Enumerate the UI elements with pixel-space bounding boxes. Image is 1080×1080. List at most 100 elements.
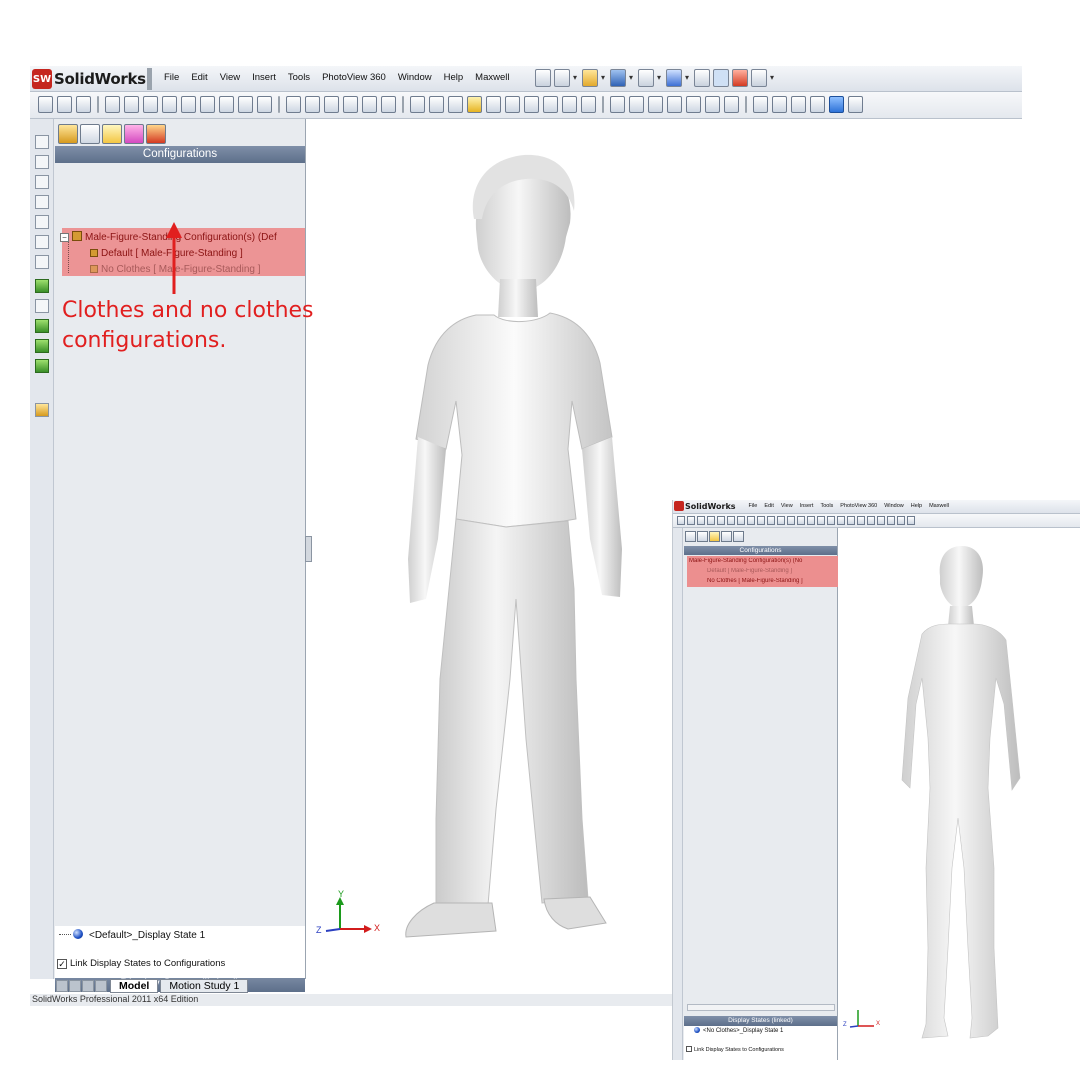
move-entities-icon[interactable] <box>448 96 463 113</box>
table-icon[interactable] <box>907 516 915 525</box>
save-icon[interactable] <box>610 69 626 87</box>
points-icon[interactable] <box>581 96 596 113</box>
configuration-manager-tab-icon[interactable] <box>709 531 720 542</box>
polygon-icon[interactable] <box>181 96 196 113</box>
mirror-icon[interactable] <box>847 516 855 525</box>
table-icon[interactable] <box>543 96 558 113</box>
offset-icon[interactable] <box>257 96 272 113</box>
view-left-icon[interactable] <box>35 175 49 189</box>
circular-pattern-icon[interactable] <box>897 516 905 525</box>
solidworks-logo[interactable]: SW SolidWorks <box>32 69 146 89</box>
menu-file[interactable]: File <box>745 503 761 509</box>
component-icon[interactable] <box>35 339 49 353</box>
spline-icon[interactable] <box>787 516 795 525</box>
eraser-icon[interactable] <box>697 516 705 525</box>
configuration-default[interactable]: Default [ Male-Figure-Standing ] <box>90 248 304 259</box>
pattern-icon[interactable] <box>877 516 885 525</box>
move-entities-icon[interactable] <box>857 516 865 525</box>
menu-view[interactable]: View <box>777 503 796 509</box>
zoom-icon[interactable] <box>667 96 682 113</box>
wireframe-icon[interactable] <box>753 96 768 113</box>
menu-tools[interactable]: Tools <box>282 72 316 83</box>
view-top-icon[interactable] <box>35 215 49 229</box>
tab-motion-study[interactable]: Motion Study 1 <box>160 979 249 993</box>
inset-configuration-default[interactable]: Default [ Male-Figure-Standing ] <box>707 568 837 574</box>
view-right-icon[interactable] <box>35 195 49 209</box>
smart-dimension-icon[interactable] <box>57 96 72 113</box>
polygon-icon[interactable] <box>747 516 755 525</box>
rectangle-icon[interactable] <box>124 96 139 113</box>
inset-logo[interactable]: SolidWorks <box>674 501 736 511</box>
feature-tree-tab-icon[interactable] <box>58 124 78 144</box>
pan-icon[interactable] <box>724 96 739 113</box>
display-state-item[interactable]: <Default>_Display State 1 <box>59 929 205 941</box>
pin-icon[interactable] <box>535 69 551 87</box>
menu-help[interactable]: Help <box>907 503 925 509</box>
property-manager-tab-icon[interactable] <box>697 531 708 542</box>
menu-tools[interactable]: Tools <box>817 503 837 509</box>
inset-display-state-item[interactable]: <No Clothes>_Display State 1 <box>694 1027 783 1034</box>
inset-graphics-viewport[interactable]: X Z <box>838 528 1080 1060</box>
menu-help[interactable]: Help <box>438 72 470 83</box>
circle-icon[interactable] <box>143 96 158 113</box>
chevron-down-icon[interactable]: ▾ <box>601 69 607 87</box>
tab-model[interactable]: Model <box>110 979 159 993</box>
shaded-edges-icon[interactable] <box>810 96 825 113</box>
zoom-area-icon[interactable] <box>648 96 663 113</box>
eraser-icon[interactable] <box>76 96 91 113</box>
property-manager-tab-icon[interactable] <box>80 124 100 144</box>
display-manager-tab-icon[interactable] <box>146 124 166 144</box>
list-icon[interactable] <box>694 69 710 87</box>
collapse-icon[interactable]: − <box>60 233 69 242</box>
prev-tab-icon[interactable] <box>69 980 81 992</box>
fillet-icon[interactable] <box>777 516 785 525</box>
menu-view[interactable]: View <box>214 72 246 83</box>
convert-entities-icon[interactable] <box>343 96 358 113</box>
menu-edit[interactable]: Edit <box>761 503 777 509</box>
rotate-icon[interactable] <box>705 96 720 113</box>
section-view-icon[interactable] <box>848 96 863 113</box>
reference-icon[interactable] <box>35 299 49 313</box>
configuration-no-clothes[interactable]: No Clothes [ Male-Figure-Standing ] <box>90 264 304 275</box>
convert-entities-icon[interactable] <box>817 516 825 525</box>
view-front-icon[interactable] <box>35 135 49 149</box>
ellipse-icon[interactable] <box>737 516 745 525</box>
view-back-icon[interactable] <box>35 155 49 169</box>
arc-icon[interactable] <box>767 516 775 525</box>
circular-pattern-icon[interactable] <box>524 96 539 113</box>
line-icon[interactable] <box>105 96 120 113</box>
slot-icon[interactable] <box>200 96 215 113</box>
appearance-icon[interactable] <box>35 403 49 417</box>
first-tab-icon[interactable] <box>56 980 68 992</box>
linear-pattern-icon[interactable] <box>505 96 520 113</box>
spline-icon[interactable] <box>286 96 301 113</box>
point-icon[interactable] <box>324 96 339 113</box>
chevron-down-icon[interactable]: ▾ <box>657 69 663 87</box>
panel-splitter[interactable] <box>305 536 312 562</box>
menu-insert[interactable]: Insert <box>796 503 817 509</box>
chevron-down-icon[interactable]: ▾ <box>770 69 776 87</box>
menu-maxwell[interactable]: Maxwell <box>469 72 515 83</box>
relation-icon[interactable] <box>837 516 845 525</box>
rectangle-icon[interactable] <box>717 516 725 525</box>
sketch-icon[interactable] <box>677 516 685 525</box>
menu-edit[interactable]: Edit <box>185 72 213 83</box>
display-manager-tab-icon[interactable] <box>733 531 744 542</box>
hidden-lines-icon[interactable] <box>772 96 787 113</box>
checkbox-checked-icon[interactable] <box>686 1046 692 1052</box>
view-iso-icon[interactable] <box>35 255 49 269</box>
smart-dimension-icon[interactable] <box>687 516 695 525</box>
dimxpert-tab-icon[interactable] <box>124 124 144 144</box>
assembly-icon[interactable] <box>35 319 49 333</box>
warning-icon[interactable] <box>867 516 875 525</box>
layer-icon[interactable] <box>35 359 49 373</box>
slot-icon[interactable] <box>757 516 765 525</box>
undo-icon[interactable] <box>666 69 682 87</box>
link-display-states-checkbox[interactable]: ✓ Link Display States to Configurations <box>57 958 225 969</box>
checkbox-checked-icon[interactable]: ✓ <box>57 959 67 969</box>
shaded-icon[interactable] <box>829 96 844 113</box>
sketch-icon[interactable] <box>38 96 53 113</box>
open-icon[interactable] <box>582 69 598 87</box>
dimxpert-tab-icon[interactable] <box>721 531 732 542</box>
next-tab-icon[interactable] <box>82 980 94 992</box>
